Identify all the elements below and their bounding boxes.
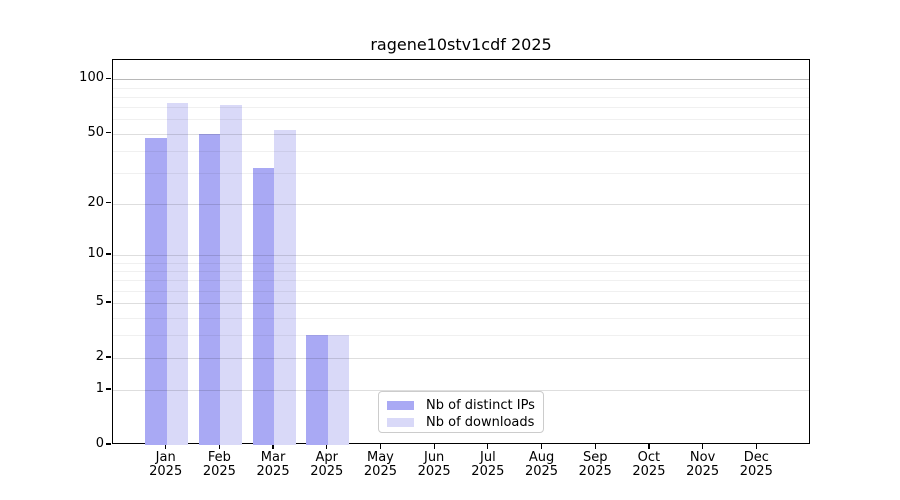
legend-item-distinct-ips: Nb of distinct IPs — [387, 397, 535, 413]
month-name: Sep — [582, 450, 608, 465]
x-tick-mark-oct — [648, 444, 650, 449]
x-axis-tick-label-oct: Oct 2025 — [621, 451, 677, 479]
y-tick-mark-50 — [106, 131, 111, 134]
gridline-major-10 — [113, 255, 809, 257]
month-year: 2025 — [363, 464, 397, 479]
y-tick-mark-2 — [106, 356, 111, 358]
x-axis-tick-label-may: May 2025 — [352, 451, 408, 479]
y-tick-mark-100 — [106, 77, 111, 79]
gridline-minor-30 — [113, 172, 809, 174]
x-tick-mark-sep — [594, 444, 596, 449]
x-tick-mark-dec — [755, 444, 757, 449]
x-tick-mark-jun — [433, 444, 435, 449]
month-year: 2025 — [202, 464, 236, 479]
x-axis-tick-label-mar: Mar 2025 — [245, 451, 301, 479]
y-axis-tick-label-2: 2 — [95, 348, 104, 364]
chart-title: ragene10stv1cdf 2025 — [370, 35, 552, 54]
legend: Nb of distinct IPs Nb of downloads — [378, 391, 544, 433]
x-axis-tick-label-aug: Aug 2025 — [514, 451, 570, 479]
month-year: 2025 — [739, 464, 773, 479]
gridline-minor-6 — [113, 290, 809, 292]
y-axis-tick-label-100: 100 — [79, 70, 104, 86]
gridline-minor-4 — [113, 317, 809, 319]
bar-downloads-feb — [220, 105, 242, 445]
gridline-major-20 — [113, 203, 809, 205]
month-name: Dec — [743, 450, 769, 465]
x-axis-tick-label-sep: Sep 2025 — [567, 451, 623, 479]
x-axis-tick-label-apr: Apr 2025 — [299, 451, 355, 479]
gridline-major-50 — [113, 133, 809, 135]
gridline-minor-40 — [113, 150, 809, 152]
y-tick-mark-5 — [106, 301, 111, 303]
month-year: 2025 — [632, 464, 666, 479]
x-tick-mark-nov — [702, 444, 704, 449]
month-name: Apr — [315, 450, 339, 465]
y-axis-tick-label-0: 0 — [95, 436, 104, 451]
month-name: Jul — [480, 450, 496, 465]
plot-area — [112, 59, 810, 445]
y-tick-mark-0 — [106, 443, 111, 445]
month-name: Nov — [689, 450, 716, 465]
x-axis-tick-label-jul: Jul 2025 — [460, 451, 516, 479]
figure-canvas: { "title": "ragene10stv1cdf 2025", "colo… — [0, 0, 900, 500]
gridline-minor-60 — [113, 119, 809, 121]
gridline-minor-7 — [113, 280, 809, 282]
x-tick-mark-jul — [487, 444, 489, 449]
gridline-major-100 — [113, 79, 809, 81]
x-axis-tick-label-dec: Dec 2025 — [728, 451, 784, 479]
gridline-minor-70 — [113, 107, 809, 109]
month-name: Feb — [207, 450, 231, 465]
x-axis-tick-label-jan: Jan 2025 — [138, 451, 194, 479]
bar-distinct-ips-mar — [252, 168, 275, 445]
x-axis-tick-label-jun: Jun 2025 — [406, 451, 462, 479]
month-year: 2025 — [417, 464, 451, 479]
legend-label-downloads: Nb of downloads — [426, 414, 535, 430]
gridline-major-2 — [113, 357, 809, 359]
month-year: 2025 — [471, 464, 505, 479]
month-name: Jun — [423, 450, 445, 465]
y-axis-tick-label-5: 5 — [95, 294, 104, 310]
y-tick-mark-20 — [106, 202, 111, 204]
gridline-major-5 — [113, 303, 809, 305]
y-axis-tick-label-1: 1 — [95, 381, 104, 397]
y-axis-tick-label-50: 50 — [87, 124, 104, 140]
gridline-minor-90 — [113, 87, 809, 89]
bar-distinct-ips-feb — [198, 133, 221, 445]
month-name: Aug — [528, 450, 555, 465]
y-tick-mark-10 — [106, 253, 111, 255]
month-name: May — [367, 450, 394, 465]
gridline-minor-8 — [113, 270, 809, 272]
bar-downloads-mar — [274, 130, 296, 445]
gridline-minor-9 — [113, 262, 809, 264]
gridline-minor-3 — [113, 335, 809, 337]
x-axis-tick-label-feb: Feb 2025 — [191, 451, 247, 479]
y-tick-mark-1 — [106, 388, 111, 390]
month-year: 2025 — [256, 464, 290, 479]
x-tick-mark-aug — [540, 444, 543, 449]
month-year: 2025 — [524, 464, 559, 479]
legend-label-distinct-ips: Nb of distinct IPs — [426, 397, 535, 413]
month-year: 2025 — [578, 464, 612, 479]
month-name: Jan — [155, 450, 176, 465]
x-tick-mark-may — [379, 444, 382, 449]
month-name: Mar — [260, 450, 286, 465]
legend-swatch-distinct-ips-icon — [387, 400, 414, 410]
month-year: 2025 — [310, 464, 344, 479]
gridline-minor-80 — [113, 96, 809, 98]
bar-downloads-jan — [166, 102, 189, 445]
month-year: 2025 — [149, 464, 183, 479]
month-name: Oct — [637, 450, 661, 465]
x-axis-tick-label-nov: Nov 2025 — [675, 451, 731, 479]
legend-item-downloads: Nb of downloads — [387, 414, 535, 430]
y-axis-tick-label-20: 20 — [87, 194, 104, 210]
month-year: 2025 — [686, 464, 720, 479]
y-axis-tick-label-10: 10 — [87, 246, 104, 262]
legend-swatch-downloads-icon — [387, 417, 414, 427]
